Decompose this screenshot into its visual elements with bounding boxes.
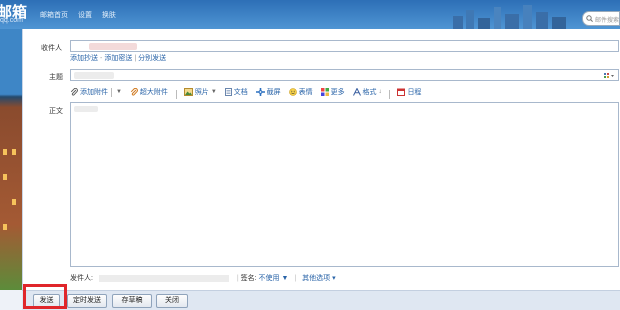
scheduled-send-button[interactable]: 定时发送 [67,294,107,308]
separate-send-link[interactable]: 分别发送 [138,55,166,62]
editor-toolbar: 添加附件 ▼ 超大附件 照片 ▼ 文档 截屏 表情 更多 格式 ↓ 日程 [70,87,427,99]
to-field[interactable] [70,40,619,52]
sender-address[interactable] [98,274,229,282]
recipient-chip[interactable] [89,43,137,50]
search-placeholder: 邮件搜索 [595,18,620,24]
doc-button[interactable]: 文档 [224,87,248,97]
compose-panel: 收件人 添加抄送 - 添加密送 | 分别发送 主题 添加附件 ▼ 超大附件 照片 ▼ 文档 … [22,29,620,290]
compose-footer: 发件人: | 签名: 不使用 ▼ | 其他选项 ▾ [70,274,336,282]
smiley-icon [288,88,297,96]
grid-icon [320,88,329,96]
add-cc-link[interactable]: 添加抄送 [70,55,98,62]
nav-link-settings[interactable]: 设置 [78,12,92,19]
document-icon [224,88,232,96]
body-editor[interactable] [70,102,619,267]
font-selector-icon[interactable] [604,72,614,79]
format-button[interactable]: 格式 ↓ [352,87,382,97]
signature-select[interactable]: 不使用 ▼ [259,275,289,282]
scissors-icon [255,88,265,96]
recipient-options: 添加抄送 - 添加密送 | 分别发送 [70,55,167,62]
sender-label: 发件人: [70,275,93,282]
app-logo-domain: qq.com [0,17,23,24]
subject-field[interactable] [70,69,619,81]
calendar-button[interactable]: 日程 [397,87,421,97]
skyline-decoration [453,5,566,29]
big-attachment-icon [130,88,138,96]
paperclip-icon [70,88,78,96]
subject-label: 主题 [49,74,63,81]
photo-icon [183,88,193,96]
subject-text [74,72,114,79]
calendar-icon [397,88,406,96]
save-draft-button[interactable]: 存草稿 [112,294,152,308]
search-icon [586,15,593,22]
big-attach-button[interactable]: 超大附件 [130,87,168,97]
add-bcc-link[interactable]: 添加密送 [104,55,132,62]
nav-link-skin[interactable]: 换肤 [102,12,116,19]
emoji-button[interactable]: 表情 [288,87,313,97]
other-options-link[interactable]: 其他选项 ▾ [302,275,335,282]
body-label: 正文 [49,108,63,115]
to-label: 收件人 [41,45,62,52]
action-bar: 发送 定时发送 存草稿 关闭 [22,290,620,310]
close-button[interactable]: 关闭 [156,294,188,308]
body-text [74,106,98,112]
send-highlight-box [23,284,67,309]
top-header: 邮箱 qq.com 邮箱首页 设置 换肤 邮件搜索 [0,0,620,29]
top-nav: 邮箱首页 设置 换肤 [40,10,124,20]
nav-link-home[interactable]: 邮箱首页 [40,12,68,19]
signature-label: 签名: [240,275,257,282]
photo-button[interactable]: 照片 ▼ [183,87,217,97]
search-input[interactable]: 邮件搜索 [582,11,620,26]
text-format-icon [352,88,361,96]
screenshot-button[interactable]: 截屏 [255,87,281,97]
more-button[interactable]: 更多 [320,87,345,97]
attach-button[interactable]: 添加附件 ▼ [70,87,122,97]
left-decoration [0,29,22,290]
